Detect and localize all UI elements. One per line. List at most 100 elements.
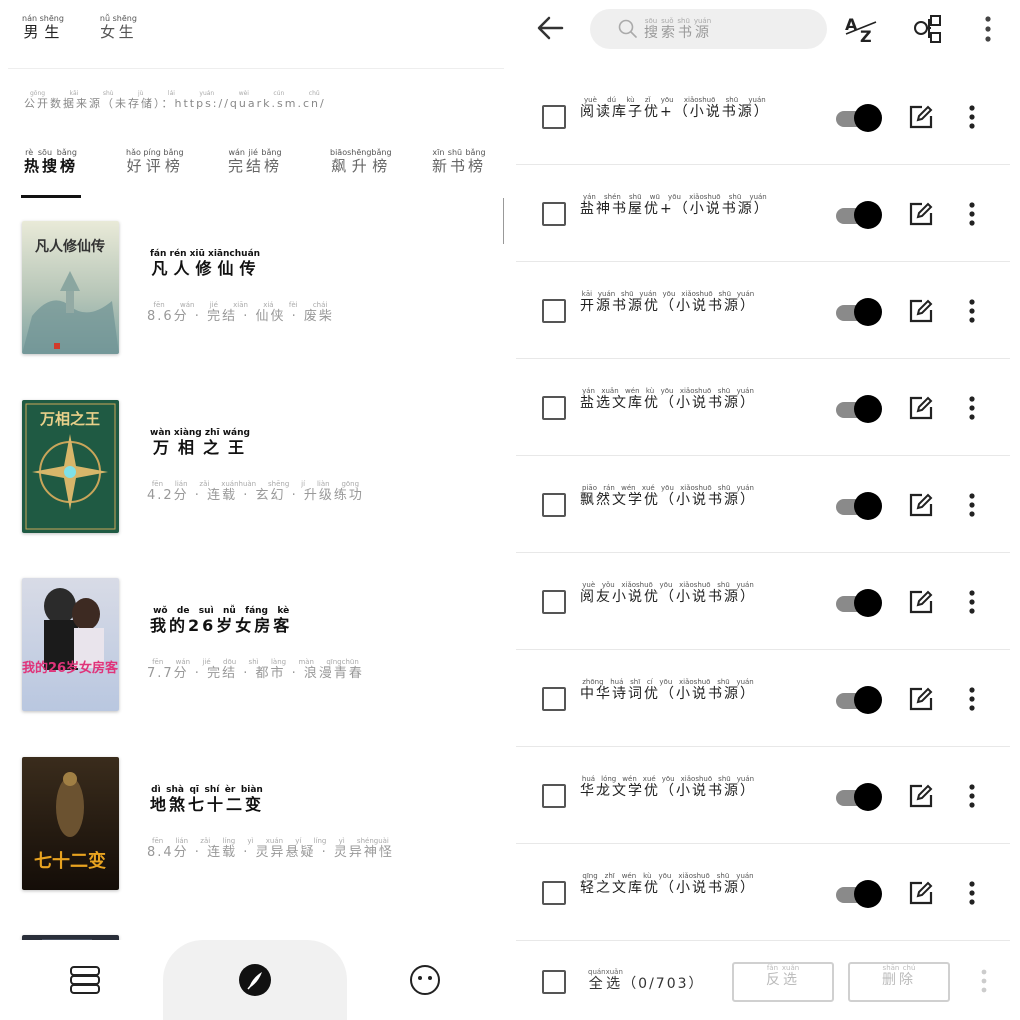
book-item[interactable]: 七十二变 地煞七十二变dì shà qī shí èr biàn 8.4分 · … <box>22 757 502 891</box>
source-checkbox[interactable] <box>542 396 566 420</box>
book-title-pinyin: wǒ de suì nǚ fáng kè <box>150 606 293 616</box>
book-item[interactable]: 凡人修仙传 凡人修仙传fán rén xiū xiānchuán 8.6分 · … <box>22 221 502 355</box>
select-all-label[interactable]: 全选quánxuǎn（0/703） <box>588 968 705 993</box>
book-meta-pinyin: fēn lián zǎi líng yì xuán yí líng yì shé… <box>147 837 394 845</box>
nav-discover[interactable] <box>163 940 347 1020</box>
tab-male[interactable]: 男生nán shēng <box>22 14 64 42</box>
source-row[interactable]: 盐选文库优（小说书源）yán xuǎn wén kù yōu xiǎoshuō … <box>516 359 1010 456</box>
book-title: 万相之王wàn xiàng zhī wáng <box>150 428 250 458</box>
source-enable-toggle[interactable] <box>836 200 882 230</box>
edit-source-button[interactable] <box>909 396 933 420</box>
top-bar: 搜索书源sōu suǒ shū yuán A Z <box>512 0 1020 60</box>
source-enable-toggle[interactable] <box>836 588 882 618</box>
source-enable-toggle[interactable] <box>836 491 882 521</box>
source-enable-toggle[interactable] <box>836 103 882 133</box>
edit-source-button[interactable] <box>909 784 933 808</box>
cover-title: 我的26岁女房客 <box>22 660 119 676</box>
edit-icon <box>909 396 933 420</box>
book-cover: 万相之王 <box>22 400 119 533</box>
tab-rising[interactable]: 飙升榜biāoshēngbǎng <box>330 148 432 176</box>
select-all-checkbox[interactable] <box>542 970 566 994</box>
toggle-knob <box>854 395 882 423</box>
more-vertical-icon <box>969 493 975 517</box>
compass-icon <box>239 964 271 996</box>
tab-top-rated[interactable]: 好评榜hǎo píng bǎng <box>126 148 228 176</box>
sort-az-button[interactable]: A Z <box>844 12 878 46</box>
bottom-action-bar: 全选quánxuǎn（0/703） 反选fǎn xuǎn 删除shān chú <box>512 950 1020 1020</box>
book-item[interactable]: 我的26岁女房客 我的26岁女房客wǒ de suì nǚ fáng kè 7.… <box>22 578 502 712</box>
divider <box>8 68 504 69</box>
source-name-text: 中华诗词优（小说书源） <box>580 686 756 702</box>
source-name-text: 盐选文库优（小说书源） <box>580 395 756 411</box>
edit-source-button[interactable] <box>909 299 933 323</box>
source-more-button[interactable] <box>962 298 982 324</box>
select-all-text: 全选 <box>588 976 623 992</box>
search-input[interactable]: 搜索书源sōu suǒ shū yuán <box>590 9 827 49</box>
edit-source-button[interactable] <box>909 881 933 905</box>
edit-source-button[interactable] <box>909 687 933 711</box>
source-more-button[interactable] <box>962 686 982 712</box>
source-name-pinyin: yán shén shū wū yōu xiǎoshuō shū yuán <box>580 193 770 201</box>
tab-completed[interactable]: 完结榜wán jié bǎng <box>228 148 330 176</box>
edit-icon <box>909 784 933 808</box>
source-enable-toggle[interactable] <box>836 297 882 327</box>
source-more-button[interactable] <box>962 783 982 809</box>
source-row[interactable]: 飘然文学优（小说书源）piāo rán wén xué yōu xiǎoshuō… <box>516 456 1010 553</box>
source-checkbox[interactable] <box>542 202 566 226</box>
source-row[interactable]: 阅读库子优+（小说书源）yuè dú kù zǐ yōu xiǎoshuō sh… <box>516 68 1010 165</box>
source-checkbox[interactable] <box>542 784 566 808</box>
source-checkbox[interactable] <box>542 881 566 905</box>
source-name-text: 开源书源优（小说书源） <box>580 298 756 314</box>
source-enable-toggle[interactable] <box>836 879 882 909</box>
bottom-more-button[interactable] <box>974 968 994 994</box>
edit-source-button[interactable] <box>909 493 933 517</box>
source-more-button[interactable] <box>962 880 982 906</box>
nav-bookshelf[interactable] <box>50 940 120 1020</box>
source-name: 华龙文学优（小说书源）huá lóng wén xué yōu xiǎoshuō… <box>580 775 756 800</box>
more-vertical-icon <box>969 105 975 129</box>
tab-label: 女生 <box>99 23 137 41</box>
tab-new-books[interactable]: 新书榜xīn shū bǎng <box>432 148 508 176</box>
source-checkbox[interactable] <box>542 299 566 323</box>
scrollbar[interactable] <box>503 198 504 244</box>
edit-source-button[interactable] <box>909 202 933 226</box>
source-row[interactable]: 阅友小说优（小说书源）yuè yǒu xiǎoshuō yōu xiǎoshuō… <box>516 553 1010 650</box>
source-more-button[interactable] <box>962 492 982 518</box>
nav-profile[interactable] <box>390 940 460 1020</box>
more-options-button[interactable] <box>978 12 1012 46</box>
cover-title: 万相之王 <box>39 410 100 428</box>
toggle-knob <box>854 201 882 229</box>
tab-female[interactable]: 女生nǚ shēng <box>100 14 137 42</box>
edit-source-button[interactable] <box>909 590 933 614</box>
edit-source-button[interactable] <box>909 105 933 129</box>
rank-tab-label: 热搜榜 <box>24 157 79 175</box>
group-button[interactable] <box>912 12 946 46</box>
source-row[interactable]: 轻之文库优（小说书源）qīng zhī wén kù yōu xiǎoshuō … <box>516 844 1010 941</box>
toggle-knob <box>854 492 882 520</box>
source-note-text: 公开数据来源（未存储）：https://quark.sm.cn/ <box>24 97 326 110</box>
edit-icon <box>909 687 933 711</box>
delete-button[interactable]: 删除shān chú <box>848 962 950 1002</box>
source-row[interactable]: 开源书源优（小说书源）kāi yuán shū yuán yōu xiǎoshu… <box>516 262 1010 359</box>
source-enable-toggle[interactable] <box>836 782 882 812</box>
tab-hot-search[interactable]: 热搜榜rè sōu bǎng <box>24 148 126 176</box>
source-checkbox[interactable] <box>542 590 566 614</box>
source-more-button[interactable] <box>962 104 982 130</box>
source-name-pinyin: yuè yǒu xiǎoshuō yōu xiǎoshuō shū yuán <box>580 581 756 589</box>
book-meta-text: 8.6分 · 完结 · 仙侠 · 废柴 <box>147 309 334 324</box>
source-checkbox[interactable] <box>542 105 566 129</box>
source-enable-toggle[interactable] <box>836 394 882 424</box>
invert-selection-button[interactable]: 反选fǎn xuǎn <box>732 962 834 1002</box>
source-enable-toggle[interactable] <box>836 685 882 715</box>
source-checkbox[interactable] <box>542 687 566 711</box>
back-button[interactable] <box>534 12 566 44</box>
source-row[interactable]: 盐神书屋优+（小说书源）yán shén shū wū yōu xiǎoshuō… <box>516 165 1010 262</box>
book-item[interactable]: 万相之王 万相之王wàn xiàng zhī wáng 4.2分 · 连载 · … <box>22 400 502 534</box>
search-placeholder: 搜索书源sōu suǒ shū yuán <box>644 17 712 42</box>
source-more-button[interactable] <box>962 201 982 227</box>
source-checkbox[interactable] <box>542 493 566 517</box>
source-row[interactable]: 华龙文学优（小说书源）huá lóng wén xué yōu xiǎoshuō… <box>516 747 1010 844</box>
source-more-button[interactable] <box>962 589 982 615</box>
source-more-button[interactable] <box>962 395 982 421</box>
source-row[interactable]: 中华诗词优（小说书源）zhōng huá shī cí yōu xiǎoshuō… <box>516 650 1010 747</box>
